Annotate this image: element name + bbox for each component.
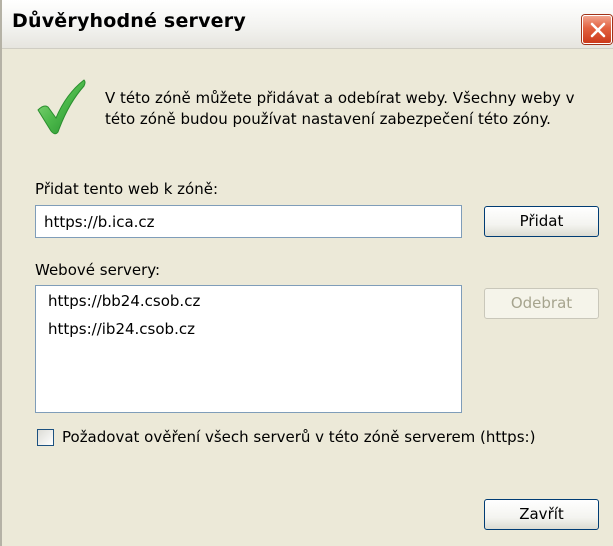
- add-button[interactable]: Přidat: [484, 206, 599, 237]
- checkmark-icon: [37, 79, 86, 135]
- website-url-input[interactable]: [35, 205, 462, 238]
- websites-list[interactable]: https://bb24.csob.cz https://ib24.csob.c…: [35, 285, 462, 413]
- list-item[interactable]: https://ib24.csob.cz: [36, 316, 461, 344]
- remove-button[interactable]: Odebrat: [484, 288, 599, 319]
- list-item[interactable]: https://bb24.csob.cz: [36, 288, 461, 316]
- websites-label: Webové servery:: [35, 261, 161, 279]
- trusted-sites-dialog: Důvěryhodné servery V této zóně můžete p…: [0, 0, 613, 546]
- zone-description: V této zóně můžete přidávat a odebírat w…: [105, 89, 575, 128]
- close-button[interactable]: Zavřít: [484, 499, 599, 530]
- close-icon: [590, 22, 606, 38]
- title-bar: Důvěryhodné servery: [2, 0, 613, 49]
- dialog-title: Důvěryhodné servery: [12, 10, 246, 32]
- close-window-button[interactable]: [582, 15, 612, 44]
- require-https-checkbox[interactable]: [37, 429, 54, 446]
- add-site-label: Přidat tento web k zóně:: [35, 180, 219, 198]
- require-https-label[interactable]: Požadovat ověření všech serverů v této z…: [62, 428, 535, 446]
